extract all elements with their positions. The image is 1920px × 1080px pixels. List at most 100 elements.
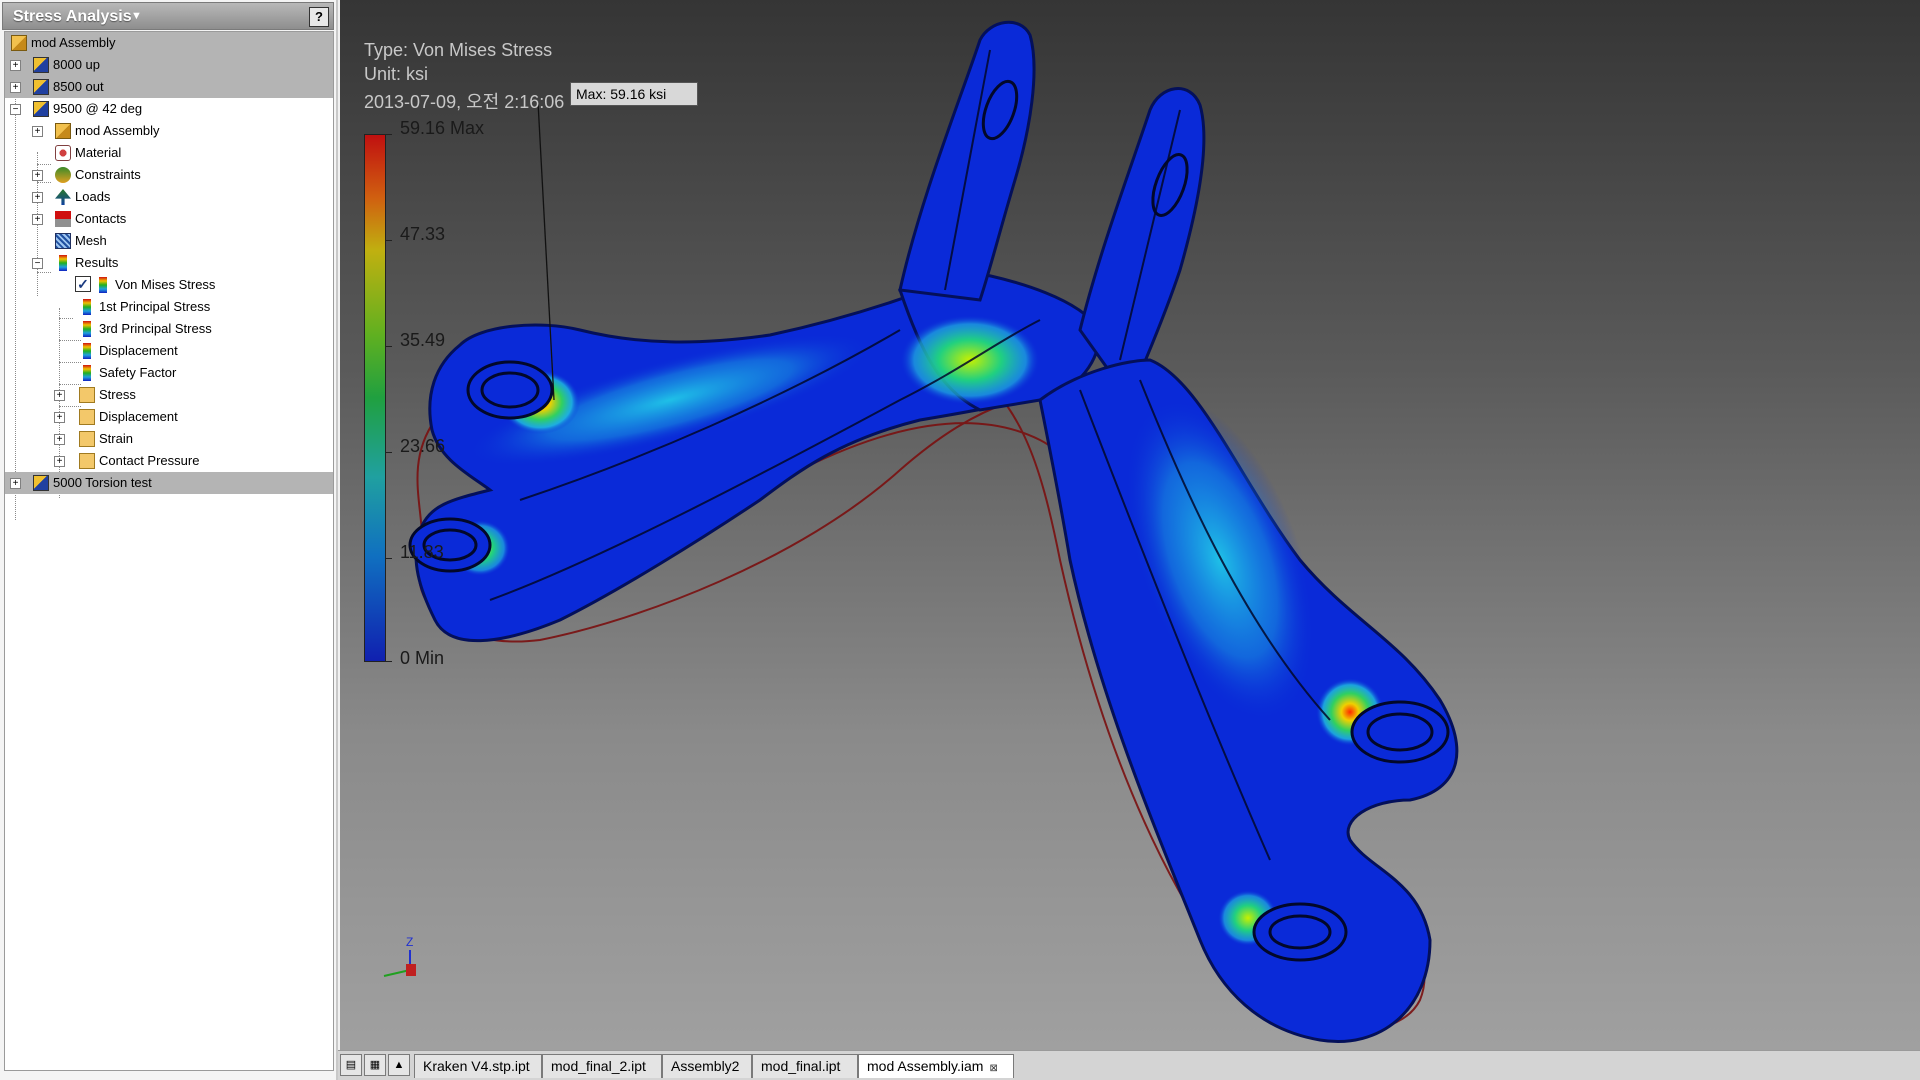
results-spectrum-icon xyxy=(83,299,91,315)
folder-icon xyxy=(79,431,95,447)
expand-icon[interactable]: + xyxy=(32,192,43,203)
tree-item-mod-assembly-root[interactable]: mod Assembly xyxy=(5,32,333,54)
tab-assembly2[interactable]: Assembly2 xyxy=(662,1054,752,1078)
expand-icon[interactable]: + xyxy=(32,126,43,137)
tile-windows-icon[interactable]: ▦ xyxy=(364,1054,386,1076)
tree-item-label: 8500 out xyxy=(53,79,104,94)
tree-item-results[interactable]: − Results xyxy=(5,252,333,274)
help-icon[interactable]: ? xyxy=(309,7,329,27)
document-tab-bar: ▤ ▦ ▲ Kraken V4.stp.ipt mod_final_2.ipt … xyxy=(338,1050,1920,1080)
constraint-icon xyxy=(55,167,71,183)
browser-title-bar[interactable]: Stress Analysis ▼ ? xyxy=(2,2,334,30)
results-spectrum-icon xyxy=(83,365,91,381)
tree-item-strain-folder[interactable]: + Strain xyxy=(5,428,333,450)
expand-icon[interactable]: + xyxy=(10,82,21,93)
expand-icon[interactable]: + xyxy=(54,390,65,401)
close-icon[interactable]: ⊠ xyxy=(989,1063,997,1074)
tree-item-constraints[interactable]: + Constraints xyxy=(5,164,333,186)
tab-mod-final[interactable]: mod_final.ipt xyxy=(752,1054,858,1078)
load-icon xyxy=(55,189,71,205)
tree-item-study-9500[interactable]: − 9500 @ 42 deg xyxy=(5,98,333,120)
tab-kraken-v4[interactable]: Kraken V4.stp.ipt xyxy=(414,1054,542,1078)
scale-tick xyxy=(386,240,392,241)
mesh-icon xyxy=(55,233,71,249)
tree-item-displacement-result[interactable]: Displacement xyxy=(5,340,333,362)
tab-label: mod Assembly.iam xyxy=(867,1058,984,1074)
collapse-icon[interactable]: − xyxy=(10,104,21,115)
results-spectrum-icon xyxy=(59,255,67,271)
tab-menu-icon[interactable]: ▲ xyxy=(388,1054,410,1076)
folder-icon xyxy=(79,387,95,403)
expand-icon[interactable]: + xyxy=(10,60,21,71)
assembly-icon xyxy=(55,123,71,139)
tree-item-label: Von Mises Stress xyxy=(115,277,216,292)
tree-item-label: 9500 @ 42 deg xyxy=(53,101,143,116)
results-spectrum-icon xyxy=(83,321,91,337)
study-icon xyxy=(33,101,49,117)
tree-item-label: Mesh xyxy=(75,233,107,248)
part-right-lug xyxy=(1078,87,1206,404)
scale-label-max: 59.16 Max xyxy=(400,118,485,138)
tree-item-3rd-principal-stress[interactable]: 3rd Principal Stress xyxy=(5,318,333,340)
checkmark-icon[interactable]: ✓ xyxy=(75,276,91,292)
graphics-viewport[interactable]: Z Type: Von Mises Stress Unit: ksi 2013-… xyxy=(340,0,1920,1050)
tree-item-study-8500-out[interactable]: + 8500 out xyxy=(5,76,333,98)
cascade-windows-icon[interactable]: ▤ xyxy=(340,1054,362,1076)
tree-item-label: Constraints xyxy=(75,167,141,182)
tree-item-loads[interactable]: + Loads xyxy=(5,186,333,208)
expand-icon[interactable]: + xyxy=(54,456,65,467)
tree-item-label: 8000 up xyxy=(53,57,100,72)
tree-item-contacts[interactable]: + Contacts xyxy=(5,208,333,230)
scale-tick xyxy=(386,661,392,662)
study-icon xyxy=(33,79,49,95)
tree-item-study-5000-torsion[interactable]: + 5000 Torsion test xyxy=(5,472,333,494)
tree-item-label: Safety Factor xyxy=(99,365,177,380)
tree-item-label: 3rd Principal Stress xyxy=(99,321,212,336)
stress-model[interactable]: Z xyxy=(340,0,1920,1050)
study-icon xyxy=(33,475,49,491)
tab-mod-assembly[interactable]: mod Assembly.iam ⊠ xyxy=(858,1054,1014,1078)
expand-icon[interactable]: + xyxy=(32,214,43,225)
tree-item-label: Displacement xyxy=(99,409,178,424)
tree-item-displacement-folder[interactable]: + Displacement xyxy=(5,406,333,428)
tree-item-label: Results xyxy=(75,255,119,270)
tree-item-1st-principal-stress[interactable]: 1st Principal Stress xyxy=(5,296,333,318)
bolt-hole xyxy=(1366,712,1434,752)
chevron-down-icon[interactable]: ▼ xyxy=(131,10,142,22)
tree-item-von-mises-stress[interactable]: ✓ Von Mises Stress xyxy=(5,274,333,296)
tree-item-contact-pressure-folder[interactable]: + Contact Pressure xyxy=(5,450,333,472)
color-scale-bar xyxy=(364,134,386,662)
collapse-icon[interactable]: − xyxy=(32,258,43,269)
tree-item-label: Contact Pressure xyxy=(99,453,200,468)
tree-item-label: 1st Principal Stress xyxy=(99,299,211,314)
contact-icon xyxy=(55,211,71,227)
expand-icon[interactable]: + xyxy=(32,170,43,181)
results-spectrum-icon xyxy=(83,343,91,359)
view-triad: Z xyxy=(383,935,416,977)
tree-item-label: mod Assembly xyxy=(75,123,160,138)
tree-item-mod-assembly[interactable]: + mod Assembly xyxy=(5,120,333,142)
tree-item-material[interactable]: Material xyxy=(5,142,333,164)
tree-item-mesh[interactable]: Mesh xyxy=(5,230,333,252)
expand-icon[interactable]: + xyxy=(54,434,65,445)
expand-icon[interactable]: + xyxy=(10,478,21,489)
scale-label: 47.33 xyxy=(400,224,446,244)
tree-item-label: Loads xyxy=(75,189,111,204)
max-value-callout[interactable]: Max: 59.16 ksi xyxy=(570,82,698,106)
expand-icon[interactable]: + xyxy=(54,412,65,423)
tab-mod-final-2[interactable]: mod_final_2.ipt xyxy=(542,1054,662,1078)
browser-tree: mod Assembly + 8000 up + 8500 out − 9500… xyxy=(4,31,334,1071)
bolt-hole xyxy=(480,371,540,409)
scale-label-min: 0 Min xyxy=(400,648,445,668)
result-unit-label: Unit: ksi xyxy=(364,64,429,84)
tree-item-safety-factor[interactable]: Safety Factor xyxy=(5,362,333,384)
tree-item-study-8000-up[interactable]: + 8000 up xyxy=(5,54,333,76)
results-spectrum-icon xyxy=(99,277,107,293)
scale-tick xyxy=(386,346,392,347)
folder-icon xyxy=(79,409,95,425)
browser-title[interactable]: Stress Analysis xyxy=(13,8,132,26)
tree-item-stress-folder[interactable]: + Stress xyxy=(5,384,333,406)
material-icon xyxy=(55,145,71,161)
folder-icon xyxy=(79,453,95,469)
bolt-hole xyxy=(1268,914,1332,950)
